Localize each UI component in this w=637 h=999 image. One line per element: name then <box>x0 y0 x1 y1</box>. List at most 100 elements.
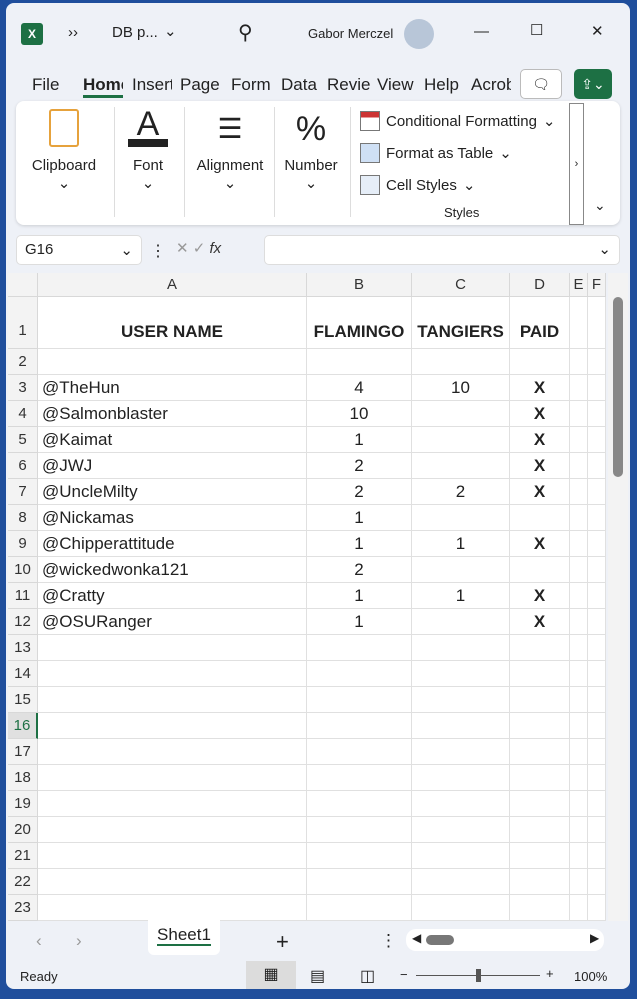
enter-icon[interactable]: ✓ <box>193 240 206 257</box>
cell-F18[interactable] <box>588 765 606 791</box>
cell-C12[interactable] <box>412 609 510 635</box>
cell-F17[interactable] <box>588 739 606 765</box>
sheet-tab-sheet1[interactable]: Sheet1 <box>148 919 220 955</box>
h-scrollbar-thumb[interactable] <box>426 935 454 945</box>
tab-acrobat[interactable]: Acrob <box>471 75 511 95</box>
cell-F5[interactable] <box>588 427 606 453</box>
column-header-F[interactable]: F <box>588 273 606 297</box>
cell-B22[interactable] <box>307 869 412 895</box>
row-header-7[interactable]: 7 <box>8 479 38 505</box>
cell-D15[interactable] <box>510 687 570 713</box>
cell-A21[interactable] <box>38 843 307 869</box>
select-all-corner[interactable] <box>8 273 38 297</box>
cell-B6[interactable]: 2 <box>307 453 412 479</box>
row-header-21[interactable]: 21 <box>8 843 38 869</box>
cell-B14[interactable] <box>307 661 412 687</box>
cell-A19[interactable] <box>38 791 307 817</box>
cell-F7[interactable] <box>588 479 606 505</box>
cell-C13[interactable] <box>412 635 510 661</box>
cell-E23[interactable] <box>570 895 588 921</box>
tab-page[interactable]: Page <box>180 75 220 95</box>
row-header-10[interactable]: 10 <box>8 557 38 583</box>
cell-F10[interactable] <box>588 557 606 583</box>
cell-A12[interactable]: @OSURanger <box>38 609 307 635</box>
normal-view-icon[interactable]: ▦ <box>246 961 296 989</box>
cell-B2[interactable] <box>307 349 412 375</box>
cell-C16[interactable] <box>412 713 510 739</box>
ribbon-scroll-right[interactable]: › <box>569 103 584 225</box>
cell-A16[interactable] <box>38 713 307 739</box>
cell-D3[interactable]: X <box>510 375 570 401</box>
cell-B9[interactable]: 1 <box>307 531 412 557</box>
cell-E12[interactable] <box>570 609 588 635</box>
cell-D6[interactable]: X <box>510 453 570 479</box>
row-header-9[interactable]: 9 <box>8 531 38 557</box>
cell-C6[interactable] <box>412 453 510 479</box>
tab-home[interactable]: Home <box>83 75 123 98</box>
cell-B17[interactable] <box>307 739 412 765</box>
page-break-view-icon[interactable]: ◫ <box>360 966 375 986</box>
cell-D10[interactable] <box>510 557 570 583</box>
cell-C15[interactable] <box>412 687 510 713</box>
cell-D20[interactable] <box>510 817 570 843</box>
cell-D9[interactable]: X <box>510 531 570 557</box>
zoom-level[interactable]: 100% <box>574 969 607 984</box>
user-name[interactable]: Gabor Merczel <box>308 26 393 41</box>
font-group[interactable]: A Font ⌄ <box>122 107 174 192</box>
cell-A18[interactable] <box>38 765 307 791</box>
column-header-D[interactable]: D <box>510 273 570 297</box>
cell-A4[interactable]: @Salmonblaster <box>38 401 307 427</box>
cell-E10[interactable] <box>570 557 588 583</box>
row-header-19[interactable]: 19 <box>8 791 38 817</box>
cell-A11[interactable]: @Cratty <box>38 583 307 609</box>
cell-E22[interactable] <box>570 869 588 895</box>
cell-A1[interactable]: USER NAME <box>38 297 307 349</box>
cell-F4[interactable] <box>588 401 606 427</box>
cell-D1[interactable]: PAID <box>510 297 570 349</box>
cell-A17[interactable] <box>38 739 307 765</box>
cell-C4[interactable] <box>412 401 510 427</box>
cell-B15[interactable] <box>307 687 412 713</box>
close-button[interactable]: ✕ <box>591 22 604 40</box>
more-icon[interactable]: ›› <box>68 24 78 41</box>
tab-help[interactable]: Help <box>424 75 459 95</box>
row-header-4[interactable]: 4 <box>8 401 38 427</box>
page-layout-view-icon[interactable]: ▤ <box>310 966 325 986</box>
cell-F3[interactable] <box>588 375 606 401</box>
cell-E7[interactable] <box>570 479 588 505</box>
cell-styles-button[interactable]: Cell Styles ⌄ <box>360 175 475 195</box>
row-header-12[interactable]: 12 <box>8 609 38 635</box>
cell-D13[interactable] <box>510 635 570 661</box>
cell-C8[interactable] <box>412 505 510 531</box>
cell-C17[interactable] <box>412 739 510 765</box>
cell-B16[interactable] <box>307 713 412 739</box>
cell-E1[interactable] <box>570 297 588 349</box>
cell-D23[interactable] <box>510 895 570 921</box>
row-header-1[interactable]: 1 <box>8 297 38 349</box>
cell-B8[interactable]: 1 <box>307 505 412 531</box>
cell-A13[interactable] <box>38 635 307 661</box>
cell-F2[interactable] <box>588 349 606 375</box>
cell-A22[interactable] <box>38 869 307 895</box>
add-sheet-button[interactable]: + <box>276 929 289 955</box>
cell-F12[interactable] <box>588 609 606 635</box>
cell-F22[interactable] <box>588 869 606 895</box>
row-header-20[interactable]: 20 <box>8 817 38 843</box>
cell-B1[interactable]: FLAMINGO <box>307 297 412 349</box>
name-box[interactable]: G16 ⌄ <box>16 235 142 265</box>
row-header-11[interactable]: 11 <box>8 583 38 609</box>
zoom-out-button[interactable]: − <box>400 967 408 982</box>
comments-button[interactable]: 🗨 <box>520 69 562 99</box>
search-icon[interactable]: ⚲ <box>238 20 253 45</box>
tab-data[interactable]: Data <box>281 75 317 95</box>
spreadsheet-grid[interactable]: A B C D E F 1 USER NAME FLAMINGO TANGIERS PAID 2 3 @T… <box>8 273 606 921</box>
cell-C11[interactable]: 1 <box>412 583 510 609</box>
cell-D16[interactable] <box>510 713 570 739</box>
cell-D19[interactable] <box>510 791 570 817</box>
chevron-down-icon[interactable]: ⌄ <box>164 22 177 40</box>
zoom-slider-thumb[interactable] <box>476 969 481 982</box>
cell-E14[interactable] <box>570 661 588 687</box>
cell-E21[interactable] <box>570 843 588 869</box>
avatar[interactable] <box>404 19 434 49</box>
cell-F6[interactable] <box>588 453 606 479</box>
